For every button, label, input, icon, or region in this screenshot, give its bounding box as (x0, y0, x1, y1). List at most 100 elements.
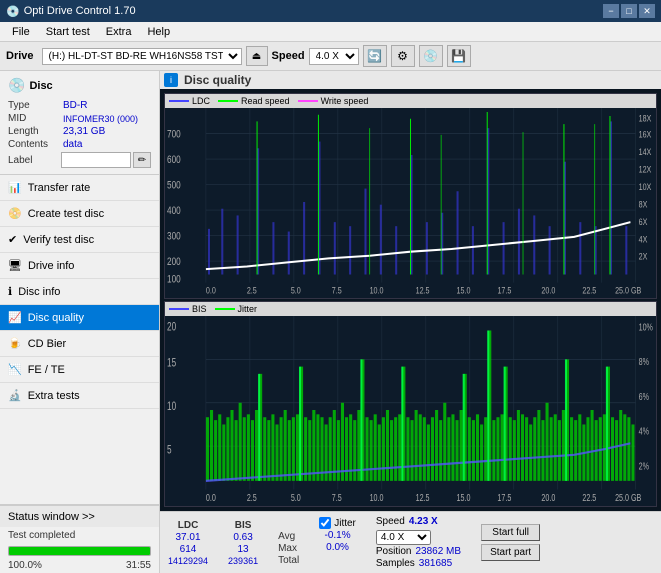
svg-text:8X: 8X (639, 198, 648, 209)
disc-mid-value: INFOMER30 (000) (63, 114, 151, 124)
svg-text:100: 100 (167, 274, 181, 286)
speed-current-value: 4.23 X (409, 516, 438, 527)
close-button[interactable]: ✕ (639, 4, 655, 18)
save-button[interactable]: 💾 (447, 45, 471, 67)
svg-text:12.5: 12.5 (416, 492, 430, 504)
menu-start-test[interactable]: Start test (38, 24, 98, 40)
stats-area: LDC 37.01 614 14129294 BIS 0.63 13 23936… (160, 511, 661, 573)
ldc-total-val: 14129294 (168, 556, 208, 566)
svg-text:15.0: 15.0 (457, 284, 471, 295)
start-buttons: Start full Start part (481, 524, 540, 561)
svg-text:17.5: 17.5 (497, 284, 511, 295)
nav-item-label-drive-info: Drive info (28, 260, 74, 272)
minimize-button[interactable]: − (603, 4, 619, 18)
disc-label-input-wrap: ✏ (61, 152, 151, 168)
titlebar-title: 💿 Opti Drive Control 1.70 (6, 5, 136, 18)
samples-label: Samples (376, 558, 415, 569)
disc-contents-row: Contents data (8, 139, 151, 150)
status-text: Test completed (0, 527, 159, 544)
disc-label-row: Label ✏ (8, 152, 151, 168)
speed-label: Speed (272, 50, 305, 62)
svg-text:5: 5 (167, 444, 172, 457)
legend-jitter: Jitter (215, 304, 258, 314)
disc-button[interactable]: 💿 (419, 45, 443, 67)
chart1-container: LDC Read speed Write speed (164, 93, 657, 299)
progress-percent: 100.0% (8, 560, 42, 571)
chart1-legend: LDC Read speed Write speed (165, 94, 656, 108)
nav-item-transfer-rate[interactable]: 📊 Transfer rate (0, 175, 159, 201)
refresh-button[interactable]: 🔄 (363, 45, 387, 67)
sidebar: 💿 Disc Type BD-R MID INFOMER30 (000) Len… (0, 71, 160, 573)
transfer-rate-icon: 📊 (8, 181, 22, 194)
quality-title: Disc quality (184, 73, 251, 87)
drive-toolbar: Drive (H:) HL-DT-ST BD-RE WH16NS58 TST4 … (0, 42, 661, 71)
jitter-checkbox[interactable] (319, 517, 331, 529)
svg-text:400: 400 (167, 205, 181, 217)
nav-item-fe-te[interactable]: 📉 FE / TE (0, 357, 159, 383)
svg-text:25.0 GB: 25.0 GB (615, 284, 642, 295)
nav-item-verify-test-disc[interactable]: ✔ Verify test disc (0, 227, 159, 253)
jitter-label: Jitter (334, 518, 356, 529)
svg-text:20.0: 20.0 (541, 284, 555, 295)
maximize-button[interactable]: □ (621, 4, 637, 18)
speed-limit-select[interactable]: 4.0 X (376, 530, 431, 545)
settings-button[interactable]: ⚙ (391, 45, 415, 67)
svg-text:20: 20 (167, 321, 176, 334)
svg-text:10X: 10X (639, 181, 652, 192)
disc-type-row: Type BD-R (8, 100, 151, 111)
menu-file[interactable]: File (4, 24, 38, 40)
max-row-label: Max (278, 543, 299, 554)
jitter-total-spacer (319, 554, 356, 568)
start-full-button[interactable]: Start full (481, 524, 540, 541)
svg-text:7.5: 7.5 (332, 284, 342, 295)
speed-select[interactable]: 4.0 X (309, 48, 359, 65)
disc-label-edit-button[interactable]: ✏ (133, 152, 151, 168)
position-label: Position (376, 546, 412, 557)
titlebar: 💿 Opti Drive Control 1.70 − □ ✕ (0, 0, 661, 22)
eject-button[interactable]: ⏏ (246, 46, 268, 66)
nav-item-drive-info[interactable]: 🖥 Drive info (0, 253, 159, 279)
svg-text:6X: 6X (639, 216, 648, 227)
svg-text:20.0: 20.0 (541, 492, 555, 504)
disc-length-row: Length 23,31 GB (8, 126, 151, 137)
nav-item-cd-bier[interactable]: 🍺 CD Bier (0, 331, 159, 357)
nav-item-create-test-disc[interactable]: 📀 Create test disc (0, 201, 159, 227)
nav-item-label-disc-info: Disc info (18, 286, 60, 298)
svg-text:10.0: 10.0 (370, 492, 384, 504)
menubar: File Start test Extra Help (0, 22, 661, 42)
start-part-button[interactable]: Start part (481, 544, 540, 561)
ldc-col: LDC 37.01 614 14129294 (168, 520, 208, 566)
charts-area: LDC Read speed Write speed (160, 89, 661, 511)
ldc-legend-color (169, 100, 189, 102)
jitter-legend-label: Jitter (238, 304, 258, 314)
chart2-svg: 20 15 10 5 10% 8% 6% 4% 2% 0.0 2.5 5.0 7… (165, 316, 656, 504)
drive-select[interactable]: (H:) HL-DT-ST BD-RE WH16NS58 TST4 (42, 48, 242, 65)
nav-item-label-fe-te: FE / TE (28, 364, 65, 376)
disc-mid-row: MID INFOMER30 (000) (8, 113, 151, 124)
chart1-svg: 700 600 500 400 300 200 100 18X 16X 14X … (165, 108, 656, 296)
titlebar-controls: − □ ✕ (603, 4, 655, 18)
nav-item-label-cd-bier: CD Bier (28, 338, 67, 350)
disc-mid-label: MID (8, 113, 63, 124)
disc-type-label: Type (8, 100, 63, 111)
disc-icon: 💿 (8, 77, 25, 94)
disc-label-input[interactable] (61, 152, 131, 168)
nav-item-label-disc-quality: Disc quality (28, 312, 84, 324)
svg-text:22.5: 22.5 (582, 492, 596, 504)
speed-stat-row: Speed 4.23 X (376, 516, 461, 527)
disc-rows: Type BD-R MID INFOMER30 (000) Length 23,… (8, 100, 151, 168)
nav-item-label-verify-test-disc: Verify test disc (23, 234, 94, 246)
menu-extra[interactable]: Extra (98, 24, 140, 40)
bis-total-val: 239361 (228, 556, 258, 566)
menu-help[interactable]: Help (139, 24, 178, 40)
nav-item-label-create-test-disc: Create test disc (28, 208, 104, 220)
nav-item-disc-info[interactable]: ℹ Disc info (0, 279, 159, 305)
svg-text:15: 15 (167, 357, 176, 370)
bis-max-val: 13 (228, 544, 258, 555)
nav-item-extra-tests[interactable]: 🔬 Extra tests (0, 383, 159, 409)
disc-type-value: BD-R (63, 100, 151, 111)
svg-text:2X: 2X (639, 251, 648, 262)
nav-item-disc-quality[interactable]: 📈 Disc quality (0, 305, 159, 331)
disc-label-label: Label (8, 155, 61, 166)
verify-test-disc-icon: ✔ (8, 233, 17, 246)
